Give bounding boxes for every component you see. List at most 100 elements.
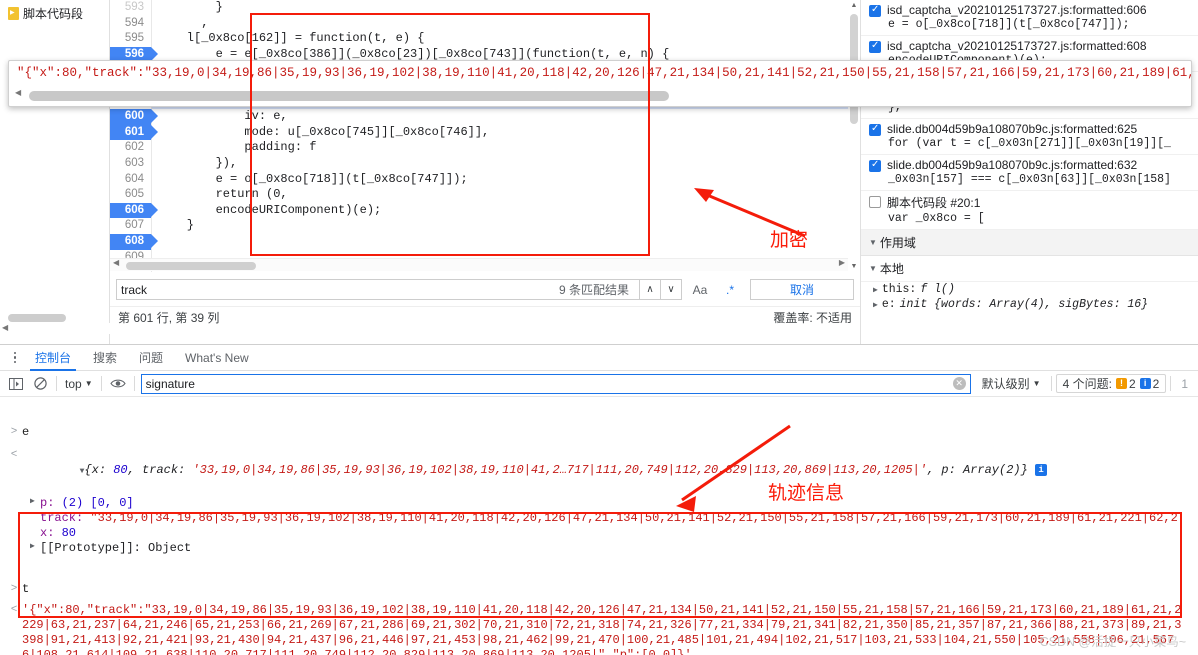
live-expression-icon[interactable] [106, 373, 130, 395]
code-lines[interactable]: } , l[_0x8co[162]] = function(t, e) { e … [152, 0, 848, 272]
breakpoint-code: _0x03n[157] === c[_0x03n[63]][_0x03n[158… [869, 173, 1192, 186]
scope-variable-row[interactable]: ▶ this: f l() [861, 282, 1198, 297]
console-property-row[interactable]: ▶ [[Prototype]]: Object [0, 541, 1198, 556]
breakpoint-location: isd_captcha_v20210125173727.js:formatted… [887, 3, 1147, 17]
tab-whats-new[interactable]: What's New [174, 345, 260, 371]
value-popup[interactable]: "{"x":80,"track":"33,19,0|34,19,86|35,19… [8, 60, 1192, 107]
scroll-down-icon[interactable]: ▼ [849, 261, 859, 272]
console-result-row[interactable]: < ▼{x: 80, track: '33,19,0|34,19,86|35,1… [0, 442, 1198, 496]
console-property-row[interactable]: track: "33,19,0|34,19,86|35,19,93|36,19,… [0, 511, 1198, 526]
match-case-toggle[interactable]: Aa [688, 279, 712, 300]
scroll-up-icon[interactable]: ▲ [849, 0, 859, 11]
log-level-select[interactable]: 默认级别 ▼ [976, 375, 1047, 392]
line-number[interactable]: 605 [110, 187, 151, 203]
property-line: p: (2) [0, 0] [40, 496, 1198, 511]
result-icon: < [6, 448, 22, 463]
console-input-text: e [22, 425, 1198, 440]
line-number-breakpoint[interactable]: 606 [110, 203, 151, 219]
editor-hscroll-thumb[interactable] [126, 262, 256, 270]
tab-console[interactable]: 控制台 [24, 345, 82, 371]
console-property-row[interactable]: x: 80 [0, 526, 1198, 541]
console-property-row[interactable]: ▶ p: (2) [0, 0] [0, 496, 1198, 511]
object-x-value: 80 [113, 463, 127, 477]
debugger-sidebar[interactable]: isd_captcha_v20210125173727.js:formatted… [860, 0, 1198, 344]
clear-console-icon[interactable] [28, 373, 52, 395]
breakpoint-checkbox[interactable] [869, 41, 881, 53]
code-line: mode: u[_0x8co[745]][_0x8co[746]], [152, 125, 848, 141]
scope-variable-row[interactable]: ▶ e: init {words: Array(4), sigBytes: 16… [861, 297, 1198, 312]
breakpoint-item[interactable]: slide.db004d59b9a108070b9c.js:formatted:… [861, 155, 1198, 191]
breakpoint-checkbox[interactable] [869, 160, 881, 172]
console-output[interactable]: > e < ▼{x: 80, track: '33,19,0|34,19,86|… [0, 423, 1198, 655]
editor-status-bar: 第 601 行, 第 39 列 覆盖率: 不适用 [110, 306, 860, 328]
find-match-count: 9 条匹配结果 [559, 281, 635, 298]
console-filter-input[interactable]: signature ✕ [141, 374, 971, 394]
scope-section-header[interactable]: ▼ 作用域 [861, 230, 1198, 256]
find-query-value: track [121, 283, 559, 297]
breakpoint-location: slide.db004d59b9a108070b9c.js:formatted:… [887, 122, 1137, 136]
line-number[interactable]: 593 [110, 0, 151, 16]
find-next-button[interactable]: ∨ [661, 279, 682, 300]
line-number-breakpoint[interactable]: 608 [110, 234, 151, 250]
breakpoint-location: slide.db004d59b9a108070b9c.js:formatted:… [887, 158, 1137, 172]
scroll-left-icon[interactable]: ◀ [15, 88, 21, 97]
find-prev-button[interactable]: ∧ [640, 279, 661, 300]
regex-toggle[interactable]: .* [718, 279, 742, 300]
line-number[interactable]: 604 [110, 172, 151, 188]
scroll-left-icon[interactable]: ◀ [2, 323, 8, 332]
code-line: encodeURIComponent)(e); [152, 203, 848, 219]
line-number-gutter[interactable]: 593 594 595 596 597 598 599 600 601 602 … [110, 0, 152, 272]
chevron-down-icon: ▼ [85, 379, 93, 388]
line-number[interactable]: 603 [110, 156, 151, 172]
breakpoint-checkbox[interactable] [869, 5, 881, 17]
execution-context-value: top [65, 377, 82, 391]
console-object-summary[interactable]: ▼{x: 80, track: '33,19,0|34,19,86|35,19,… [22, 448, 1198, 494]
line-number-breakpoint[interactable]: 600 [110, 109, 151, 125]
navigator-horizontal-scrollbar[interactable]: ◀ [0, 323, 110, 334]
code-line: e = o[_0x8co[718]](t[_0x8co[747]]); [152, 172, 848, 188]
chevron-right-icon[interactable]: ▶ [873, 300, 878, 310]
line-number[interactable]: 602 [110, 140, 151, 156]
property-value: "33,19,0|34,19,86|35,19,93|36,19,102|38,… [90, 511, 1177, 525]
console-sidebar-icon[interactable] [4, 373, 28, 395]
popup-horizontal-scrollbar[interactable]: ◀ [15, 90, 1187, 102]
navigator-file-item[interactable]: 脚本代码段 [0, 0, 109, 22]
coverage-status: 覆盖率: 不适用 [773, 309, 852, 326]
editor-vertical-scrollbar[interactable]: ▲ ▼ [848, 0, 860, 272]
scope-variable-value: init {words: Array(4), sigBytes: 16} [900, 298, 1148, 311]
find-bar: track 9 条匹配结果 ∧ ∨ Aa .* 取消 [110, 276, 860, 303]
tab-search[interactable]: 搜索 [82, 345, 128, 371]
breakpoint-item[interactable]: 脚本代码段 #20:1 var _0x8co = [ [861, 191, 1198, 230]
more-options-icon[interactable] [6, 347, 24, 369]
popup-scroll-thumb[interactable] [29, 91, 669, 101]
editor-horizontal-scrollbar[interactable]: ◀ ▶ [110, 258, 848, 271]
breakpoint-item[interactable]: slide.db004d59b9a108070b9c.js:formatted:… [861, 119, 1198, 155]
clear-input-icon[interactable]: ✕ [953, 377, 966, 390]
line-number-breakpoint-current[interactable]: 601 [110, 125, 151, 141]
navigator-scrollbar-thumb[interactable] [8, 314, 66, 322]
line-number[interactable]: 595 [110, 31, 151, 47]
chevron-up-icon: ∧ [646, 284, 653, 295]
issues-button[interactable]: 4 个问题: ! 2 i 2 [1056, 374, 1167, 393]
chevron-right-icon[interactable]: ▶ [873, 285, 878, 295]
code-editor[interactable]: 593 594 595 596 597 598 599 600 601 602 … [110, 0, 860, 272]
line-number[interactable]: 594 [110, 16, 151, 32]
find-cancel-button[interactable]: 取消 [750, 279, 854, 300]
find-input[interactable]: track 9 条匹配结果 [116, 279, 640, 300]
scroll-left-icon[interactable]: ◀ [113, 258, 119, 267]
tab-issues[interactable]: 问题 [128, 345, 174, 371]
breakpoint-checkbox[interactable] [869, 124, 881, 136]
info-icon[interactable]: i [1035, 464, 1047, 476]
breakpoint-item[interactable]: isd_captcha_v20210125173727.js:formatted… [861, 0, 1198, 36]
line-number[interactable]: 607 [110, 218, 151, 234]
expand-toggle-icon[interactable]: ▶ [30, 541, 40, 551]
toolbar-divider [1170, 376, 1171, 391]
popup-value: "{"x":80,"track":"33,19,0|34,19,86|35,19… [9, 61, 1191, 80]
breakpoint-checkbox[interactable] [869, 196, 881, 208]
local-scope-header[interactable]: ▼ 本地 [861, 256, 1198, 282]
toolbar-divider [1051, 376, 1052, 391]
expand-toggle-icon[interactable]: ▶ [30, 496, 40, 506]
scroll-right-icon[interactable]: ▶ [839, 258, 845, 267]
execution-context-select[interactable]: top ▼ [61, 377, 97, 391]
log-level-value: 默认级别 [982, 375, 1030, 392]
